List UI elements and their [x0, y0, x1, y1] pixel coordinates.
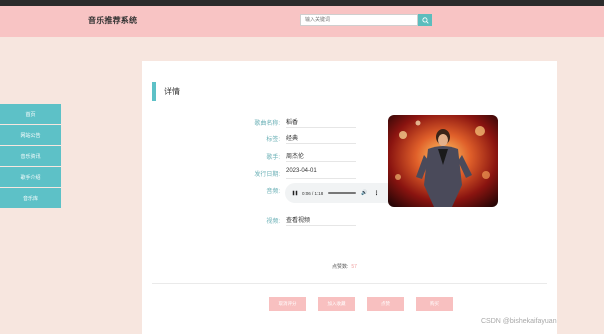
sidebar-nav: 首页 网站公告 音乐资讯 歌手介绍 音乐库: [0, 104, 61, 209]
csdn-watermark: CSDN @bishekaifayuan: [481, 318, 557, 325]
pause-icon[interactable]: [292, 190, 299, 197]
section-title: 详情: [164, 87, 180, 96]
field-tag: 标签: 经典: [212, 131, 402, 145]
divider: [152, 283, 547, 284]
view-video-link[interactable]: 查看视频: [286, 213, 356, 226]
audio-time: 0:06 / 1:18: [302, 190, 324, 196]
section-header: 详情: [152, 82, 180, 101]
field-label: 发行日期:: [254, 172, 280, 178]
field-value: 2023-04-01: [286, 166, 356, 179]
more-options-icon[interactable]: ⋮: [374, 190, 380, 197]
field-label: 音频:: [266, 189, 280, 195]
section-accent-bar: [152, 82, 156, 101]
field-label: 歌曲名称:: [254, 121, 280, 127]
field-label: 歌手:: [266, 155, 280, 161]
detail-card: 详情 歌曲名称: 稻香 标签: 经典 歌手: 周杰伦 发行日期: 2023-04…: [142, 61, 557, 334]
field-value: 经典: [286, 131, 356, 144]
search-icon: [421, 16, 429, 24]
audio-player[interactable]: 0:06 / 1:18 🔊 ⋮: [285, 183, 397, 203]
field-value: 稻香: [286, 115, 356, 128]
search-button[interactable]: [418, 14, 432, 26]
audio-progress-track[interactable]: [328, 192, 357, 194]
field-song-name: 歌曲名称: 稻香: [212, 115, 402, 129]
search-box: [300, 14, 434, 26]
field-label: 视频:: [266, 219, 280, 225]
sidebar-item-singers[interactable]: 歌手介绍: [0, 167, 61, 187]
field-release-date: 发行日期: 2023-04-01: [212, 166, 402, 180]
likes-value: 57: [351, 264, 357, 270]
field-video: 视频: 查看视频: [212, 213, 402, 227]
buy-button[interactable]: 购买: [416, 297, 453, 311]
add-favorite-button[interactable]: 加入收藏: [318, 297, 355, 311]
likes-label: 点赞数:: [332, 264, 349, 270]
search-input[interactable]: [300, 14, 418, 26]
sidebar-item-home[interactable]: 首页: [0, 104, 61, 124]
likes-count: 点赞数: 57: [332, 263, 357, 270]
header-bar: 音乐推荐系统: [0, 6, 604, 37]
sidebar-item-music-library[interactable]: 音乐库: [0, 188, 61, 208]
field-singer: 歌手: 周杰伦: [212, 149, 402, 163]
action-buttons: 取消评分 加入收藏 点赞 购买: [269, 297, 453, 311]
cancel-rating-button[interactable]: 取消评分: [269, 297, 306, 311]
field-value: 周杰伦: [286, 149, 356, 162]
field-label: 标签:: [266, 137, 280, 143]
sidebar-item-announcements[interactable]: 网站公告: [0, 125, 61, 145]
like-button[interactable]: 点赞: [367, 297, 404, 311]
sidebar-item-music-news[interactable]: 音乐资讯: [0, 146, 61, 166]
album-cover-image: [388, 115, 498, 207]
site-title: 音乐推荐系统: [88, 16, 138, 25]
volume-icon[interactable]: 🔊: [361, 190, 367, 196]
